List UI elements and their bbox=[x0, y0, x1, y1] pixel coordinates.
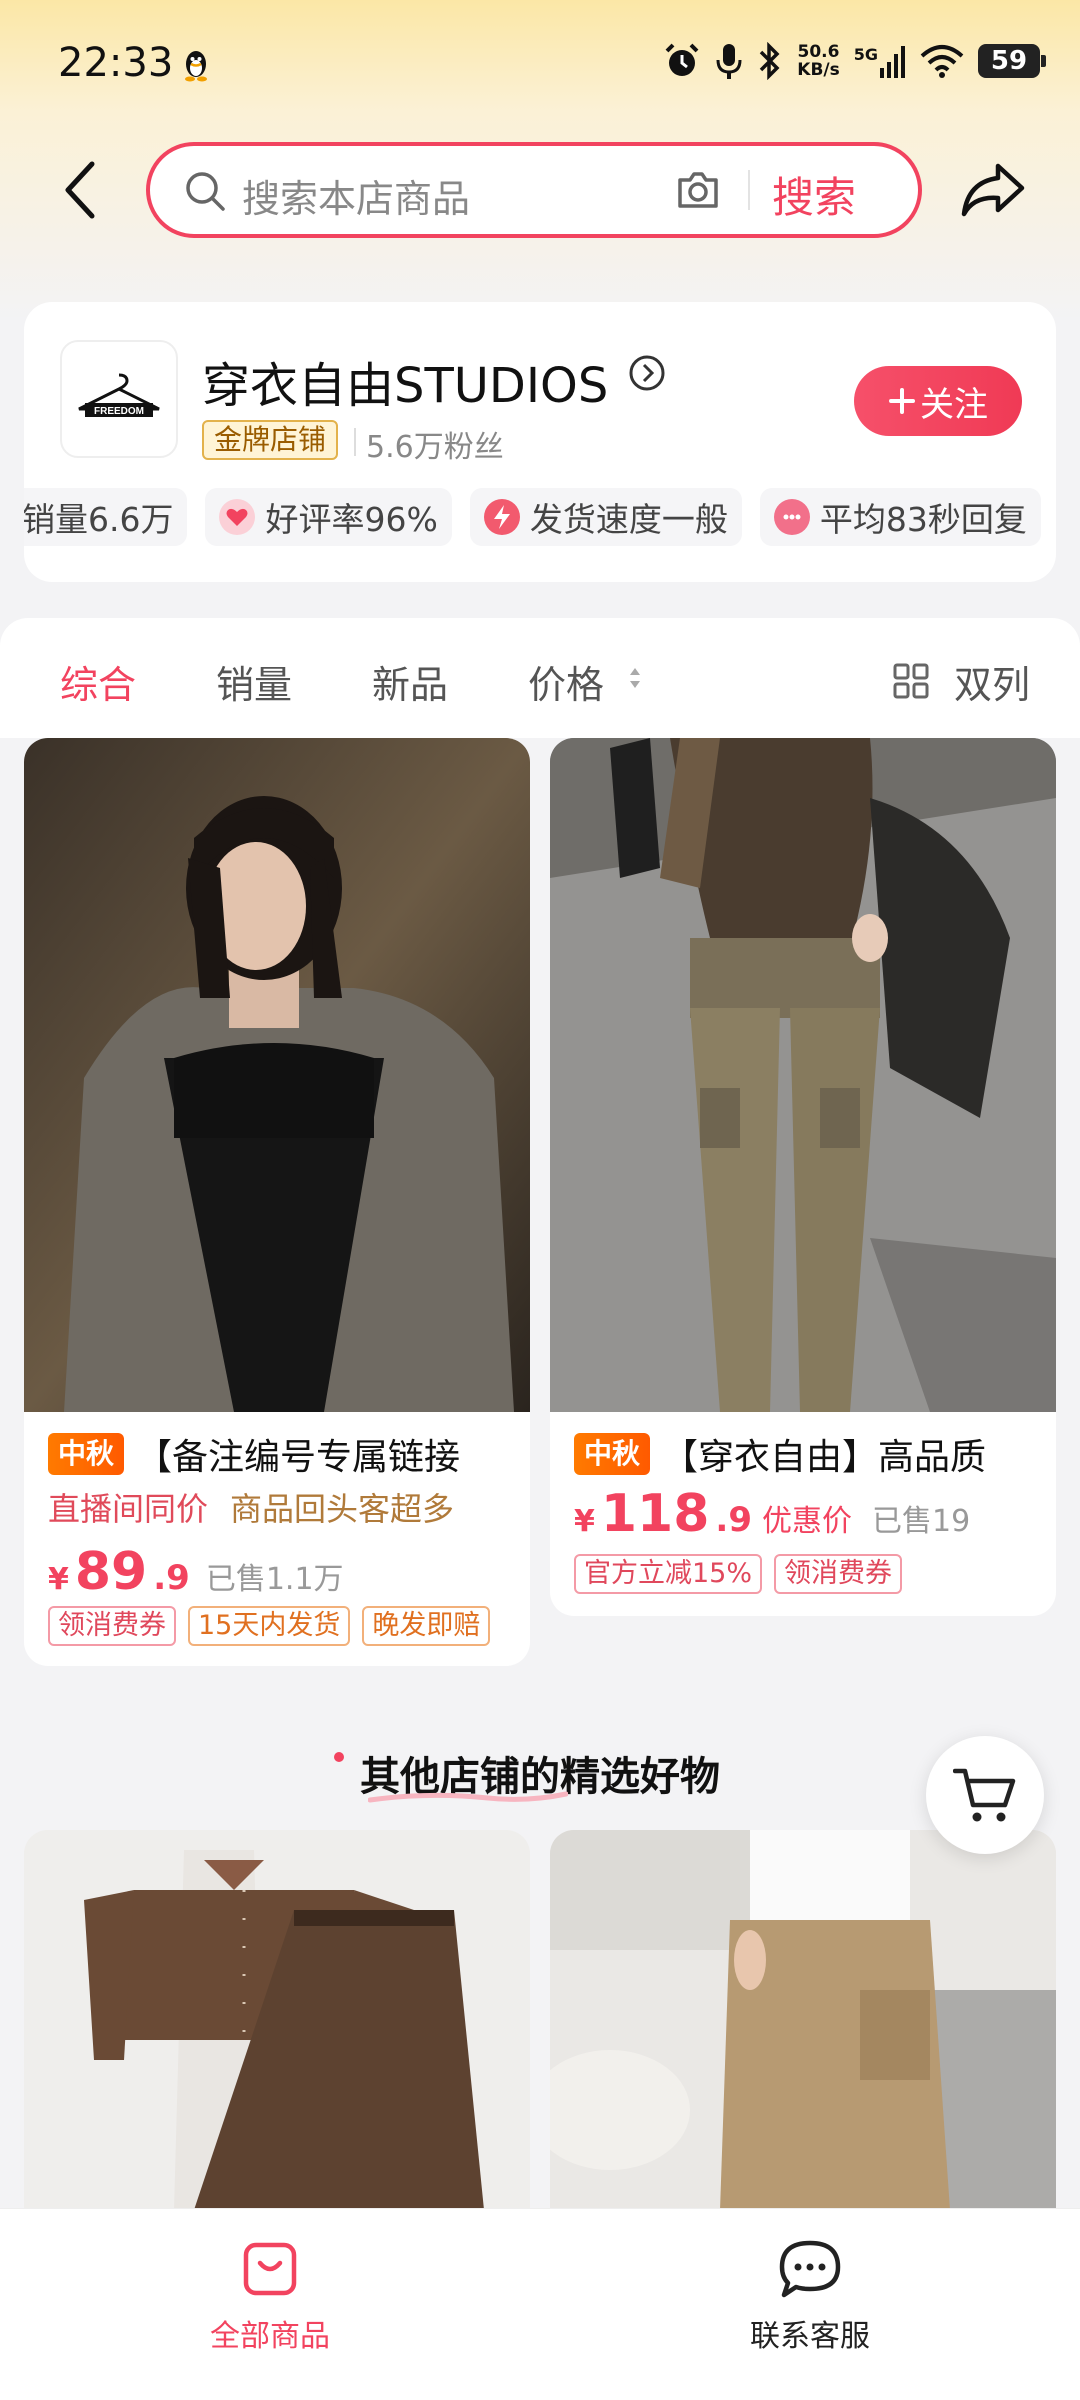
price-integer: 118 bbox=[600, 1484, 710, 1544]
shopping-bag-icon bbox=[243, 2242, 297, 2296]
tab-sales[interactable]: 销量 bbox=[216, 654, 292, 709]
price-integer: 89 bbox=[74, 1542, 148, 1602]
alarm-icon bbox=[665, 43, 699, 76]
product-image[interactable] bbox=[550, 738, 1056, 1412]
battery-indicator: 59 bbox=[978, 44, 1046, 78]
shop-info-card: FREEDOM 穿衣自由STUDIOS 金牌店铺 5.6万粉丝 关注 销量6.6… bbox=[24, 302, 1056, 582]
chevron-right-circle-icon[interactable] bbox=[628, 354, 666, 392]
shop-stats-row: 销量6.6万 好评率96% 发货速度一般 平均83秒回复 bbox=[24, 488, 1056, 548]
sort-arrows-icon bbox=[630, 668, 640, 688]
search-input[interactable]: 搜索本店商品 搜索 bbox=[146, 142, 922, 238]
price-label: 优惠价 bbox=[762, 1504, 852, 1539]
product-title: 【穿衣自由】高品质 bbox=[662, 1437, 987, 1478]
bluetooth-icon bbox=[760, 42, 780, 80]
sold-count: 已售19 bbox=[872, 1504, 971, 1539]
stat-sales[interactable]: 销量6.6万 bbox=[24, 488, 188, 546]
search-icon bbox=[186, 172, 225, 211]
product-subtitle-brown: 商品回头客超多 bbox=[230, 1490, 455, 1528]
customer-service-label: 联系客服 bbox=[750, 2319, 870, 2354]
sold-count: 已售1.1万 bbox=[205, 1562, 344, 1597]
heart-icon bbox=[219, 499, 256, 535]
search-button[interactable]: 搜索 bbox=[772, 164, 856, 225]
stat-shipping-speed[interactable]: 发货速度一般 bbox=[469, 488, 742, 546]
floating-cart-button[interactable] bbox=[926, 1736, 1044, 1854]
price-symbol: ¥ bbox=[48, 1562, 69, 1597]
share-icon[interactable] bbox=[960, 160, 1026, 220]
follow-label: 关注 bbox=[920, 384, 988, 425]
price-symbol: ¥ bbox=[574, 1504, 595, 1539]
shopping-cart-icon bbox=[953, 1768, 1016, 1822]
status-bar: 22:33 50.6 KB/s 5G 59 bbox=[0, 0, 1080, 130]
late-compensation-chip: 晚发即赔 bbox=[362, 1606, 491, 1646]
bottom-navigation: 全部商品 联系客服 bbox=[0, 2208, 1080, 2400]
product-title: 【备注编号专属链接 bbox=[136, 1437, 461, 1478]
customer-service-button[interactable]: 联系客服 bbox=[660, 2239, 960, 2355]
tab-new[interactable]: 新品 bbox=[372, 654, 448, 709]
chat-bubble-icon bbox=[773, 499, 810, 535]
coupon-chip: 领消费券 bbox=[48, 1606, 176, 1646]
coupon-chip: 领消费券 bbox=[774, 1554, 903, 1594]
fans-divider bbox=[354, 428, 356, 456]
chevron-left-icon bbox=[65, 161, 95, 219]
product-subtitle-red: 直播间同价 bbox=[48, 1490, 209, 1528]
shop-logo[interactable]: FREEDOM bbox=[60, 340, 178, 458]
layout-toggle-label[interactable]: 双列 bbox=[954, 654, 1030, 709]
product-title-row: 中秋 【穿衣自由】高品质 bbox=[574, 1428, 1054, 1480]
stat-response-time[interactable]: 平均83秒回复 bbox=[759, 488, 1041, 546]
shipping-chip: 15天内发货 bbox=[188, 1606, 351, 1646]
tab-comprehensive[interactable]: 综合 bbox=[60, 654, 136, 709]
product-card[interactable]: 中秋 【穿衣自由】高品质 ¥ 118 .9 优惠价 已售19 官方立减15% 领… bbox=[550, 738, 1056, 1616]
status-time: 22:33 bbox=[58, 40, 174, 86]
follow-button[interactable]: 关注 bbox=[854, 366, 1022, 436]
title-underline-decoration bbox=[368, 1791, 568, 1803]
recommended-product-image[interactable] bbox=[24, 1830, 530, 2210]
price-decimal: .9 bbox=[153, 1558, 190, 1598]
plus-icon bbox=[889, 388, 915, 414]
product-title-row: 中秋 【备注编号专属链接 bbox=[48, 1428, 528, 1480]
fans-count: 5.6万粉丝 bbox=[366, 430, 504, 465]
cell-signal-icon: 5G bbox=[854, 44, 906, 78]
product-image[interactable] bbox=[24, 738, 530, 1412]
product-card[interactable]: 中秋 【备注编号专属链接 直播间同价 商品回头客超多 ¥ 89 .9 已售1.1… bbox=[24, 738, 530, 1666]
all-products-button[interactable]: 全部商品 bbox=[120, 2239, 420, 2355]
search-placeholder: 搜索本店商品 bbox=[242, 177, 471, 221]
back-button[interactable] bbox=[50, 158, 110, 222]
search-divider bbox=[748, 170, 750, 210]
network-speed: 50.6 KB/s bbox=[797, 42, 840, 80]
microphone-icon bbox=[716, 44, 742, 79]
price-row: ¥ 118 .9 优惠价 已售19 bbox=[574, 1484, 970, 1544]
camera-icon[interactable] bbox=[674, 166, 722, 214]
shop-name[interactable]: 穿衣自由STUDIOS bbox=[202, 346, 608, 416]
product-chip-row: 官方立减15% 领消费券 bbox=[574, 1554, 903, 1594]
wifi-icon bbox=[920, 45, 964, 78]
product-subtitle-row: 直播间同价 商品回头客超多 bbox=[48, 1484, 454, 1530]
product-chip-row: 领消费券 15天内发货 晚发即赔 bbox=[48, 1606, 491, 1646]
stat-rating[interactable]: 好评率96% bbox=[205, 488, 452, 546]
price-row: ¥ 89 .9 已售1.1万 bbox=[48, 1542, 344, 1602]
grid-layout-icon[interactable] bbox=[892, 662, 930, 700]
discount-chip: 官方立减15% bbox=[574, 1554, 763, 1594]
search-header: 搜索本店商品 搜索 bbox=[0, 138, 1080, 242]
sort-tabs-bar: 综合 销量 新品 价格 双列 bbox=[0, 618, 1080, 738]
gold-shop-badge: 金牌店铺 bbox=[202, 420, 339, 460]
promo-tag: 中秋 bbox=[48, 1433, 125, 1475]
recommended-product-image[interactable] bbox=[550, 1830, 1056, 2210]
all-products-label: 全部商品 bbox=[210, 2319, 330, 2354]
svg-text:FREEDOM: FREEDOM bbox=[94, 406, 144, 417]
tab-price[interactable]: 价格 bbox=[528, 654, 604, 709]
price-decimal: .9 bbox=[715, 1500, 752, 1540]
lightning-icon bbox=[483, 499, 520, 535]
qq-penguin-icon bbox=[185, 51, 207, 82]
hanger-logo-icon: FREEDOM bbox=[78, 373, 160, 417]
chat-icon bbox=[779, 2240, 841, 2298]
promo-tag: 中秋 bbox=[574, 1433, 651, 1475]
